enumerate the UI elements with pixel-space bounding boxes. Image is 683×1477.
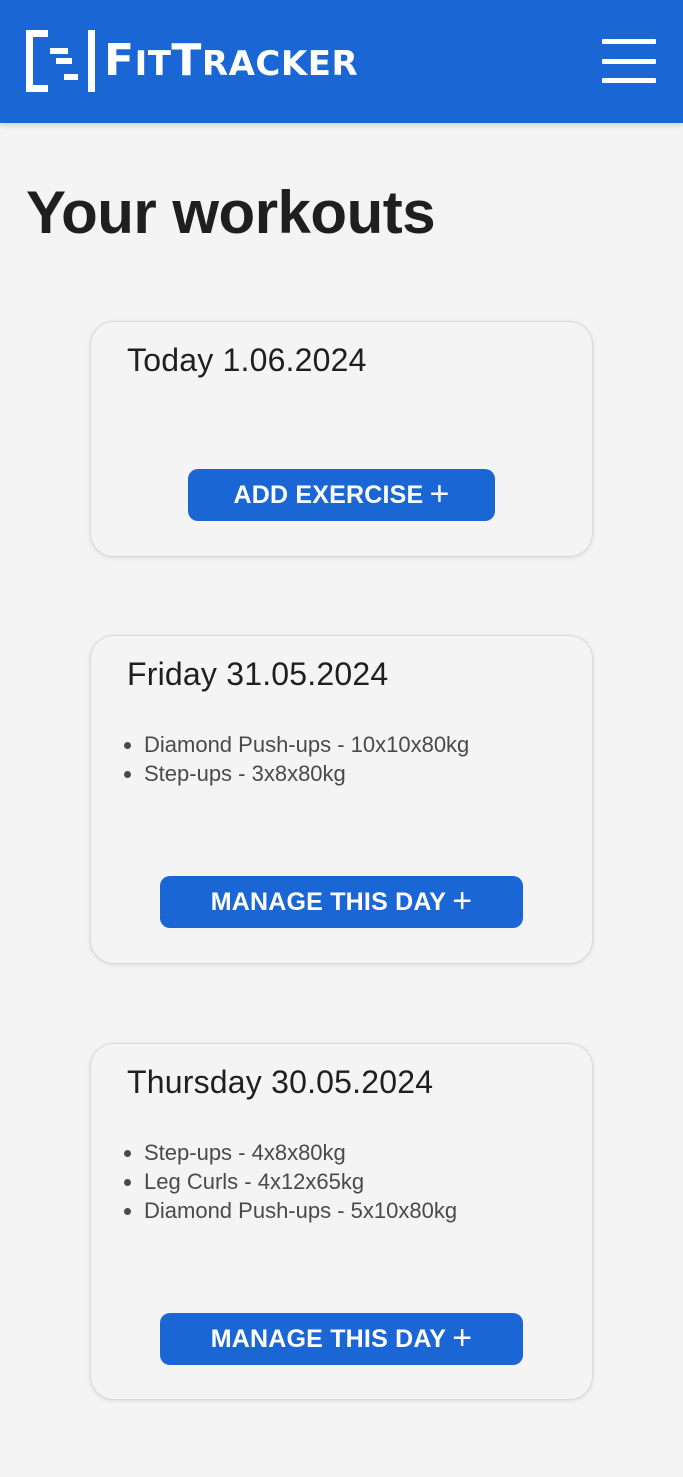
logo-wordmark: F IT T RACKER [104, 39, 358, 83]
list-item: Diamond Push-ups - 10x10x80kg [144, 730, 469, 759]
workout-card-friday: Friday 31.05.2024 Diamond Push-ups - 10x… [90, 635, 593, 964]
page-title: Your workouts [26, 179, 436, 246]
workout-date-title: Thursday 30.05.2024 [127, 1064, 434, 1100]
logo-letters-it: IT [134, 44, 172, 84]
plus-icon: + [429, 474, 450, 513]
list-item: Step-ups - 3x8x80kg [144, 759, 469, 788]
logo-letters-racker: RACKER [201, 44, 359, 84]
manage-this-day-label: MANAGE THIS DAY [210, 887, 447, 916]
manage-this-day-button[interactable]: MANAGE THIS DAY + [160, 1313, 523, 1365]
add-exercise-label: ADD EXERCISE [233, 480, 424, 509]
app-header: F IT T RACKER [0, 0, 683, 123]
plus-icon: + [452, 881, 473, 920]
workout-card-today: Today 1.06.2024 ADD EXERCISE + [90, 321, 593, 557]
manage-this-day-button[interactable]: MANAGE THIS DAY + [160, 876, 523, 928]
hamburger-menu-icon[interactable] [598, 36, 660, 86]
workout-card-thursday: Thursday 30.05.2024 Step-ups - 4x8x80kg … [90, 1043, 593, 1400]
list-item: Step-ups - 4x8x80kg [144, 1138, 457, 1167]
menu-bar-bottom [602, 78, 656, 83]
menu-bar-top [602, 39, 656, 44]
plus-icon: + [452, 1318, 473, 1357]
add-exercise-button[interactable]: ADD EXERCISE + [188, 469, 495, 521]
exercise-list: Step-ups - 4x8x80kg Leg Curls - 4x12x65k… [144, 1138, 457, 1225]
exercise-list: Diamond Push-ups - 10x10x80kg Step-ups -… [144, 730, 469, 788]
logo-letter-f: F [104, 35, 135, 86]
list-item: Diamond Push-ups - 5x10x80kg [144, 1196, 457, 1225]
menu-bar-middle [602, 58, 656, 64]
manage-this-day-label: MANAGE THIS DAY [210, 1324, 447, 1353]
workout-date-title: Today 1.06.2024 [127, 342, 367, 378]
fittracker-logo-icon [26, 30, 95, 92]
logo-letter-t: T [171, 35, 202, 86]
list-item: Leg Curls - 4x12x65kg [144, 1167, 457, 1196]
workout-date-title: Friday 31.05.2024 [127, 656, 389, 692]
fittracker-logo[interactable]: F IT T RACKER [26, 30, 358, 92]
